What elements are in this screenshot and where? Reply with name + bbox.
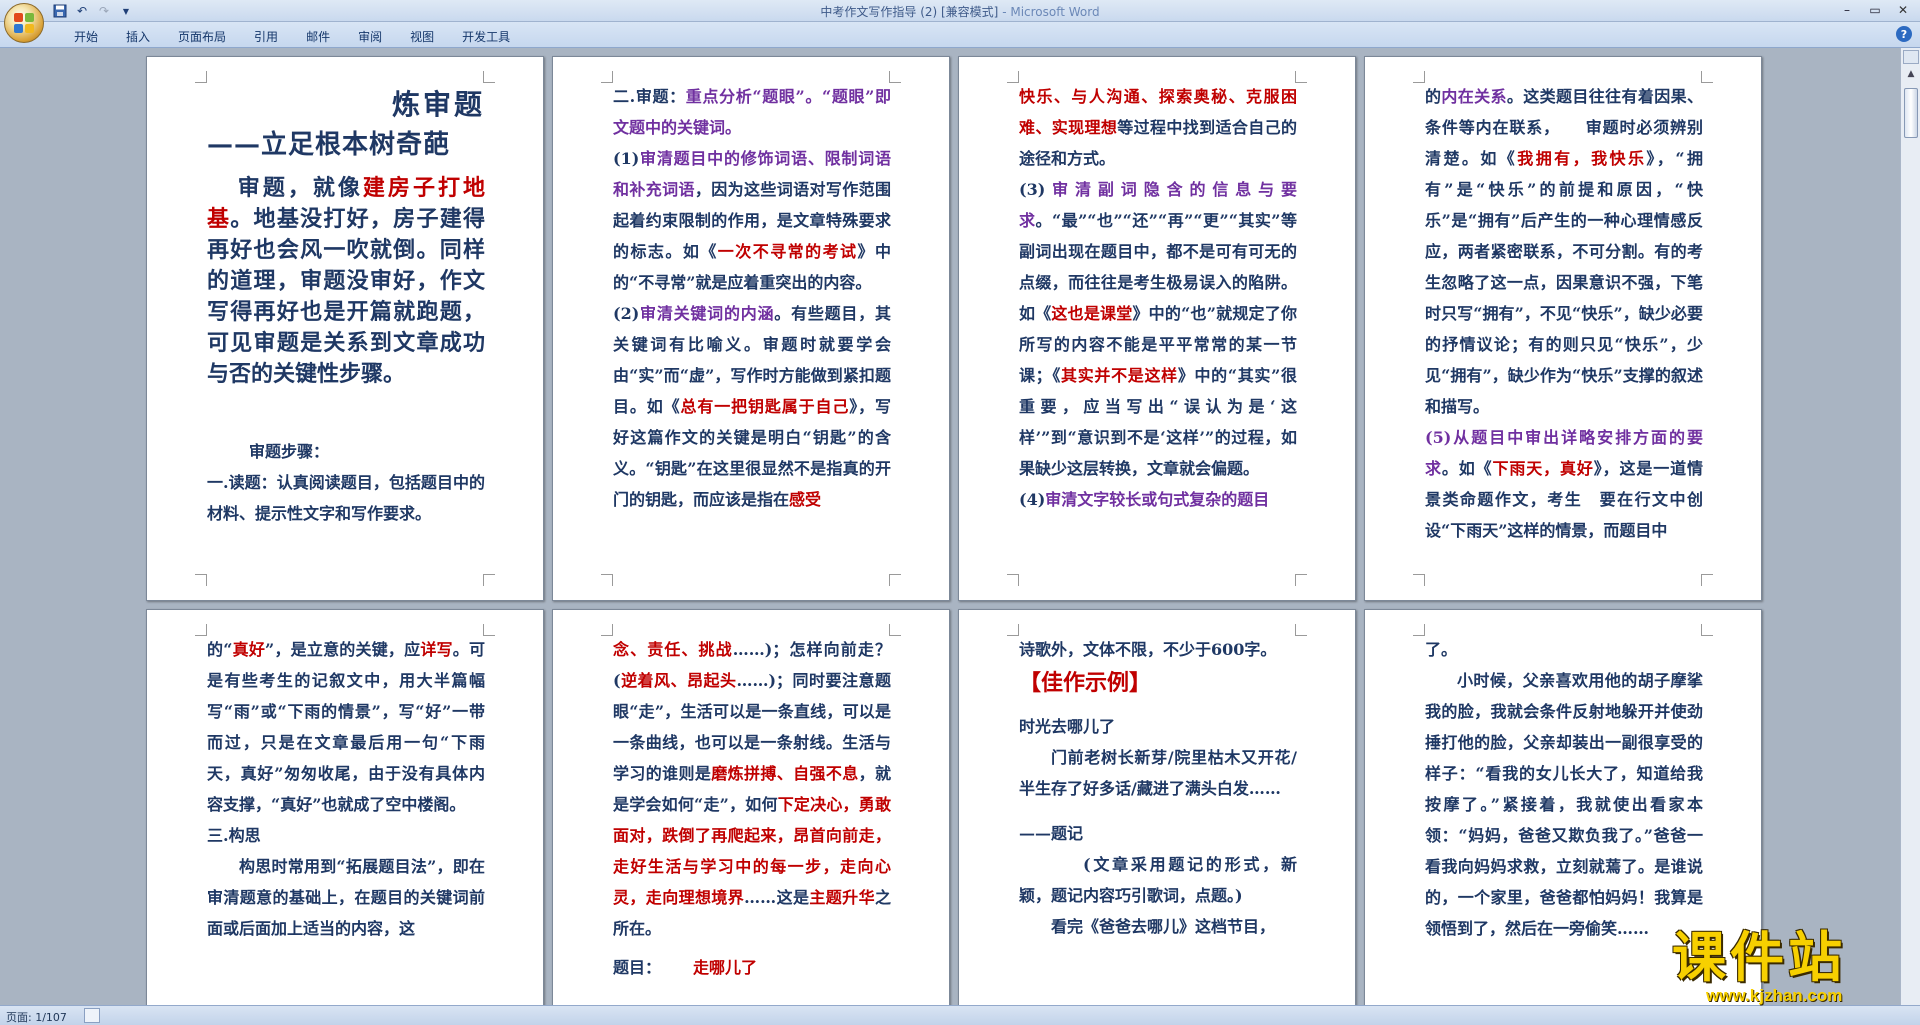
commentary-note: (文章采用题记的形式，新颖，题记内容巧引歌词，点题。) — [1019, 855, 1297, 905]
point-text: 。如《 — [1441, 459, 1493, 478]
body-paragraph: 构思时常用到“拓展题目法”，即在审清题意的基础上，在题目的关键词前面或后面加上适… — [207, 857, 485, 938]
topic-line: 题目： 走哪儿了 — [613, 952, 891, 983]
point-number: (3) — [1019, 180, 1046, 199]
ribbon-tab-bar: 开始 插入 页面布局 引用 邮件 审阅 视图 开发工具 ? — [0, 22, 1920, 48]
example-title: 这也是课堂 — [1051, 304, 1133, 323]
highlight-text: 真好 — [232, 640, 266, 659]
point-title: 内在关系 — [1441, 87, 1507, 106]
body-text: ”，是立意的关键，应 — [265, 640, 421, 659]
essay-paragraph: 小时候，父亲喜欢用他的胡子摩挲我的脸，我就会条件反射地躲开并使劲捶打他的脸，父亲… — [1425, 671, 1703, 938]
app-name: Microsoft Word — [1010, 5, 1100, 19]
step-read: 一.读题：认真阅读题目，包括题目中的材料、提示性文字和写作要求。 — [207, 473, 485, 523]
point-5: (5)从题目中审出详略安排方面的要求。如《下雨天，真好》，这是一道情景类命题作文… — [1425, 422, 1703, 546]
document-name: 中考作文写作指导 (2) [兼容模式] — [820, 5, 999, 19]
watermark-brand: 课件站 — [1672, 926, 1846, 989]
scrollbar-thumb[interactable] — [1904, 88, 1918, 138]
tab-insert[interactable]: 插入 — [112, 28, 164, 45]
watermark-url: www.kjzhan.com — [1706, 986, 1843, 1005]
example-title: 总有一把钥匙属于自己 — [680, 397, 850, 416]
office-logo-icon — [14, 13, 34, 33]
document-workspace[interactable]: 炼审题 ——立足根本树奇葩 审题，就像建房子打地基。地基没打好，房子建得再好也会… — [0, 48, 1900, 1005]
page-title: 炼审题 — [391, 88, 485, 121]
office-button[interactable] — [4, 3, 44, 43]
title-separator: - — [998, 5, 1011, 19]
point-2: (2)审清关键词的内涵。有些题目，其关键词有比喻义。审题时就要学会由“实”而“虚… — [613, 298, 891, 515]
page-4[interactable]: 的内在关系。这类题目往往有着因果、条件等内在联系， 审题时必须辨别清楚。如《我拥… — [1364, 56, 1762, 601]
page-6[interactable]: 念、责任、挑战……)；怎样向前走？(逆着风、昂起头……)；同时要注意题眼“走”，… — [552, 609, 950, 1005]
maximize-icon[interactable]: ▭ — [1862, 1, 1888, 19]
proofing-icon[interactable] — [84, 1008, 100, 1023]
body-text: 的 — [1425, 87, 1442, 106]
topic-label: 题目： — [613, 958, 662, 977]
highlight-text: 逆着风、昂起头 — [620, 671, 737, 690]
tab-home[interactable]: 开始 — [60, 28, 112, 45]
point-number: (5) — [1425, 428, 1452, 447]
status-bar: 页面: 1/107 — [0, 1005, 1920, 1025]
body-text: 》，“拥有”是“快乐”的前提和原因，“快乐”是“拥有”后产生的一种心理情感反应，… — [1425, 149, 1703, 416]
highlight-text: 磨炼拼搏、自强不息 — [711, 764, 859, 783]
page-3[interactable]: 快乐、与人沟通、探索奥秘、克服困难、实现理想等过程中找到适合自己的途径和方式。 … — [958, 56, 1356, 601]
section-heading: 二.审题：重点分析“题眼”。“题眼”即文题中的关键词。 — [613, 81, 891, 143]
intro-text-rest: 。地基没打好，房子建得再好也会风一吹就倒。同样的道理，审题没审好，作文写得再好也… — [207, 206, 485, 387]
minimize-icon[interactable]: – — [1834, 1, 1860, 19]
tab-mailings[interactable]: 邮件 — [292, 28, 344, 45]
page-5[interactable]: 的“真好”，是立意的关键，应详写。可是有些考生的记叙文中，用大半篇幅写“雨”或“… — [146, 609, 544, 1005]
example-title: 其实并不是这样 — [1061, 366, 1178, 385]
point-4-continued: 的内在关系。这类题目往往有着因果、条件等内在联系， 审题时必须辨别清楚。如《我拥… — [1425, 81, 1703, 422]
page-7[interactable]: 诗歌外，文体不限，不少于600字。 【佳作示例】 时光去哪儿了 门前老树长新芽/… — [958, 609, 1356, 1005]
tab-review[interactable]: 审阅 — [344, 28, 396, 45]
window-title: 中考作文写作指导 (2) [兼容模式] - Microsoft Word — [0, 3, 1920, 20]
epigraph-poem: 门前老树长新芽/院里枯木又开花/半生存了好多话/藏进了满头白发…… — [1019, 748, 1297, 798]
example-title: 一次不寻常的考试 — [717, 242, 858, 261]
close-icon[interactable]: ✕ — [1890, 1, 1916, 19]
vertical-scrollbar[interactable]: ▲ — [1900, 48, 1920, 1005]
point-title: 审清关键词的内涵 — [639, 304, 775, 323]
highlight-text: 详写 — [420, 640, 453, 659]
tab-view[interactable]: 视图 — [396, 28, 448, 45]
intro-text: 审题，就像 — [237, 175, 363, 201]
continued-text: 快乐、与人沟通、探索奥秘、克服困难、实现理想等过程中找到适合自己的途径和方式。 — [1019, 81, 1297, 174]
highlight-text: 感受 — [789, 490, 822, 509]
page-1[interactable]: 炼审题 ——立足根本树奇葩 审题，就像建房子打地基。地基没打好，房子建得再好也会… — [146, 56, 544, 601]
topic-title: 走哪儿了 — [693, 958, 758, 977]
page-subtitle: ——立足根本树奇葩 — [207, 130, 451, 160]
scroll-up-icon[interactable]: ▲ — [1901, 66, 1920, 82]
intro-paragraph: 审题，就像建房子打地基。地基没打好，房子建得再好也会风一吹就倒。同样的道理，审题… — [207, 173, 485, 390]
body-text: ……这是 — [744, 888, 810, 907]
page-2[interactable]: 二.审题：重点分析“题眼”。“题眼”即文题中的关键词。 (1)审清题目中的修饰词… — [552, 56, 950, 601]
help-icon[interactable]: ? — [1896, 26, 1912, 42]
body-text: 的“ — [207, 640, 233, 659]
point-title: 审清文字较长或句式复杂的题目 — [1045, 490, 1270, 509]
tab-developer[interactable]: 开发工具 — [448, 28, 524, 45]
continued-text: 的“真好”，是立意的关键，应详写。可是有些考生的记叙文中，用大半篇幅写“雨”或“… — [207, 634, 485, 820]
steps-label: 审题步骤： — [249, 442, 330, 461]
continued-text: 念、责任、挑战……)；怎样向前走？(逆着风、昂起头……)；同时要注意题眼“走”，… — [613, 634, 891, 944]
section-heading-3: 三.构思 — [207, 826, 261, 845]
ruler-toggle-icon[interactable] — [1903, 50, 1919, 64]
page-counter[interactable]: 页面: 1/107 — [6, 1009, 67, 1025]
body-text: 。可是有些考生的记叙文中，用大半篇幅写“雨”或“下雨的情景”，写“好”一带而过，… — [207, 640, 485, 814]
point-4: (4)审清文字较长或句式复杂的题目 — [1019, 484, 1297, 515]
tab-page-layout[interactable]: 页面布局 — [164, 28, 240, 45]
section-number: 二.审题： — [613, 87, 686, 106]
epigraph-label: ——题记 — [1019, 824, 1084, 843]
continued-text: 诗歌外，文体不限，不少于600字。 — [1019, 640, 1277, 659]
example-title: 我拥有，我快乐 — [1517, 149, 1647, 168]
example-heading: 【佳作示例】 — [1019, 670, 1152, 696]
point-number: (2) — [613, 304, 640, 323]
title-bar: ↶ ↷ ▼ 中考作文写作指导 (2) [兼容模式] - Microsoft Wo… — [0, 0, 1920, 43]
essay-title: 时光去哪儿了 — [1019, 717, 1116, 736]
example-title: 下雨天，真好 — [1492, 459, 1594, 478]
point-number: (1) — [613, 149, 640, 168]
tab-references[interactable]: 引用 — [240, 28, 292, 45]
essay-paragraph: 看完《爸爸去哪儿》这档节目， — [1051, 917, 1276, 936]
highlight-text: 主题升华 — [809, 888, 875, 907]
point-3: (3)审清副词隐含的信息与要求。“最”“也”“还”“再”“更”“其实”等副词出现… — [1019, 174, 1297, 484]
window-controls: – ▭ ✕ — [1834, 1, 1916, 19]
watermark-logo: 课件站 www.kjzhan.com — [1672, 928, 1902, 1006]
point-number: (4) — [1019, 490, 1046, 509]
highlight-text: 念、责任、挑战 — [613, 640, 733, 659]
continued-text: 了。 — [1425, 640, 1458, 659]
point-1: (1)审清题目中的修饰词语、限制词语和补充词语，因为这些词语对写作范围起着约束限… — [613, 143, 891, 298]
